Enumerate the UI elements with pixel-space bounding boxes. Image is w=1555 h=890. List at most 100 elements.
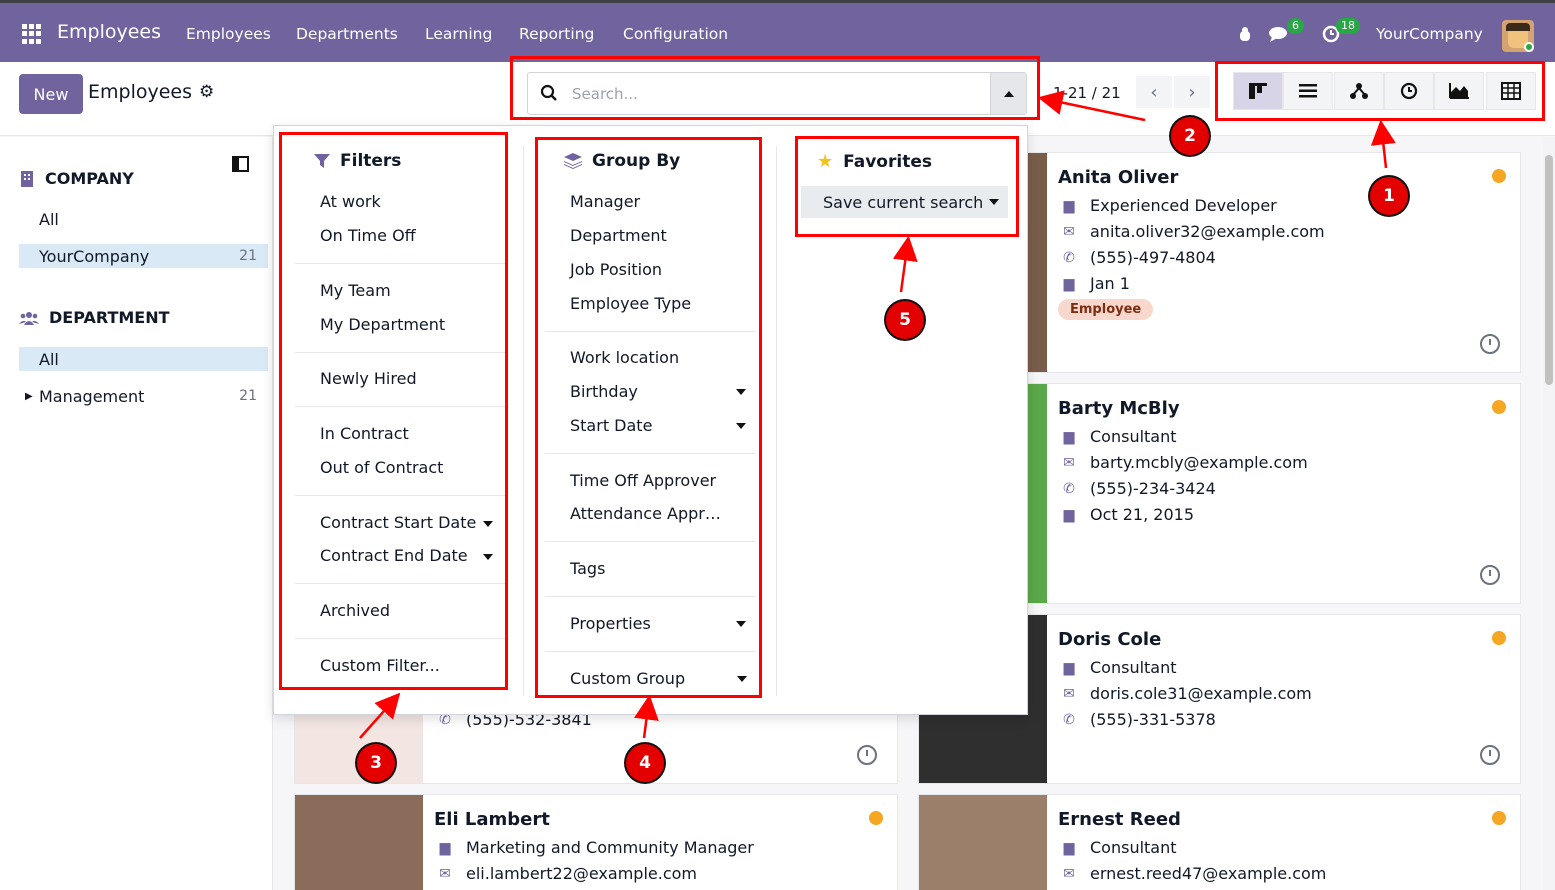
scrollbar[interactable] [1543, 137, 1555, 890]
company-heading-label: COMPANY [45, 169, 134, 188]
employee-job-line: ▆ Consultant [1058, 427, 1177, 446]
messages-badge: 6 [1287, 18, 1304, 34]
sidebar-item-management[interactable]: ▶ Management 21 [19, 384, 268, 408]
pager-previous[interactable]: ‹ [1136, 76, 1172, 108]
employee-job: Consultant [1090, 658, 1177, 677]
activity-clock-icon[interactable] [1480, 745, 1500, 765]
employee-email[interactable]: barty.mcbly@example.com [1090, 453, 1308, 472]
employee-job: Consultant [1090, 427, 1177, 446]
sidebar-collapse-icon[interactable] [232, 156, 249, 172]
bug-icon[interactable] [1236, 25, 1254, 43]
nav-employees[interactable]: Employees [186, 25, 271, 43]
employee-date-line: ▆ Oct 21, 2015 [1058, 505, 1194, 524]
activity-clock-icon[interactable] [1480, 334, 1500, 354]
page-title: Employees [88, 81, 192, 103]
employee-email[interactable]: anita.oliver32@example.com [1090, 222, 1325, 241]
caret-right-icon[interactable]: ▶ [25, 391, 33, 402]
company-switcher[interactable]: YourCompany [1376, 25, 1483, 43]
annotation-badge-3: 3 [357, 744, 395, 782]
envelope-icon: ✉ [439, 865, 451, 882]
annotation-box-views [1215, 61, 1545, 121]
employee-name: Anita Oliver [1058, 167, 1179, 188]
department-heading: DEPARTMENT [19, 308, 170, 327]
status-dot [869, 811, 883, 825]
gear-icon[interactable]: ⚙ [199, 82, 214, 102]
annotation-badge-1: 1 [1370, 177, 1408, 215]
nav-departments[interactable]: Departments [296, 25, 398, 43]
activities-badge: 18 [1336, 18, 1360, 34]
employee-email[interactable]: eli.lambert22@example.com [466, 864, 697, 883]
sidebar-item-department-all[interactable]: All [19, 347, 268, 371]
nav-learning[interactable]: Learning [425, 25, 492, 43]
sidebar-item-count: 21 [239, 248, 257, 264]
briefcase-icon: ▆ [1063, 659, 1075, 676]
briefcase-icon: ▆ [1063, 428, 1075, 445]
employee-phone[interactable]: (555)-497-4804 [1090, 248, 1216, 267]
employee-date: Oct 21, 2015 [1090, 505, 1194, 524]
employee-phone[interactable]: (555)-331-5378 [1090, 710, 1216, 729]
employee-email-line: ✉ eli.lambert22@example.com [434, 864, 697, 883]
sidebar-item-label: Management [39, 386, 145, 406]
status-dot [1492, 400, 1506, 414]
employee-job-line: ▆ Marketing and Community Manager [434, 838, 754, 857]
user-avatar[interactable] [1502, 20, 1534, 52]
employee-phone-line: ✆ (555)-497-4804 [1058, 248, 1216, 267]
envelope-icon: ✉ [1063, 223, 1075, 240]
column-divider [776, 146, 777, 696]
employee-phone[interactable]: (555)-234-3424 [1090, 479, 1216, 498]
employee-card[interactable]: Eli Lambert ▆ Marketing and Community Man… [294, 794, 898, 890]
employee-email[interactable]: ernest.reed47@example.com [1090, 864, 1326, 883]
search-panel-sidebar: COMPANY All YourCompany 21 DEPARTMENT Al… [0, 137, 273, 890]
employee-name: Ernest Reed [1058, 809, 1181, 830]
sidebar-item-yourcompany[interactable]: YourCompany 21 [19, 244, 268, 268]
envelope-icon: ✉ [1063, 685, 1075, 702]
employee-job-line: ▆ Consultant [1058, 658, 1177, 677]
employee-phone-line: ✆ (555)-331-5378 [1058, 710, 1216, 729]
employee-name: Doris Cole [1058, 629, 1162, 650]
employee-card[interactable]: Ernest Reed ▆ Consultant ✉ ernest.reed47@e… [918, 794, 1521, 890]
status-dot [1492, 811, 1506, 825]
employee-phone-line: ✆ (555)-234-3424 [1058, 479, 1216, 498]
users-icon [19, 311, 39, 325]
employee-date-line: ▆ Jan 1 [1058, 274, 1130, 293]
employee-email-line: ✉ anita.oliver32@example.com [1058, 222, 1325, 241]
top-navbar: Employees Employees Departments Learning… [0, 0, 1555, 62]
suitcase-icon: ▆ [1063, 275, 1075, 292]
nav-configuration[interactable]: Configuration [623, 25, 728, 43]
column-divider [523, 146, 524, 696]
annotation-box-search [510, 56, 1040, 120]
employee-email-line: ✉ ernest.reed47@example.com [1058, 864, 1326, 883]
suitcase-icon: ▆ [1063, 506, 1075, 523]
employee-tag: Employee [1058, 299, 1154, 320]
briefcase-icon: ▆ [1063, 197, 1075, 214]
employee-job-line: ▆ Experienced Developer [1058, 196, 1277, 215]
new-button[interactable]: New [19, 74, 83, 114]
app-title[interactable]: Employees [57, 21, 161, 43]
pager-next[interactable]: › [1174, 76, 1210, 108]
pager-value[interactable]: 1-21 / 21 [1053, 84, 1121, 102]
apps-menu-icon[interactable] [22, 24, 42, 44]
scrollbar-thumb[interactable] [1545, 155, 1553, 385]
annotation-badge-5: 5 [886, 301, 924, 339]
annotation-badge-4: 4 [626, 744, 664, 782]
sidebar-item-count: 21 [239, 388, 257, 404]
briefcase-icon: ▆ [1063, 839, 1075, 856]
status-dot [1492, 631, 1506, 645]
activity-clock-icon[interactable] [1480, 565, 1500, 585]
company-heading: COMPANY [19, 169, 134, 188]
employee-job: Marketing and Community Manager [466, 838, 754, 857]
employee-job: Experienced Developer [1090, 196, 1277, 215]
sidebar-item-label: All [39, 209, 59, 229]
employee-job-line: ▆ Consultant [1058, 838, 1177, 857]
nav-reporting[interactable]: Reporting [519, 25, 594, 43]
employee-photo [295, 795, 423, 890]
activity-clock-icon[interactable] [857, 745, 877, 765]
annotation-badge-2: 2 [1171, 117, 1209, 155]
sidebar-item-company-all[interactable]: All [19, 207, 268, 231]
employee-email[interactable]: doris.cole31@example.com [1090, 684, 1312, 703]
envelope-icon: ✉ [1063, 865, 1075, 882]
building-icon [21, 170, 33, 187]
annotation-box-filters [279, 132, 508, 690]
employee-email-line: ✉ doris.cole31@example.com [1058, 684, 1312, 703]
employee-date: Jan 1 [1090, 274, 1130, 293]
